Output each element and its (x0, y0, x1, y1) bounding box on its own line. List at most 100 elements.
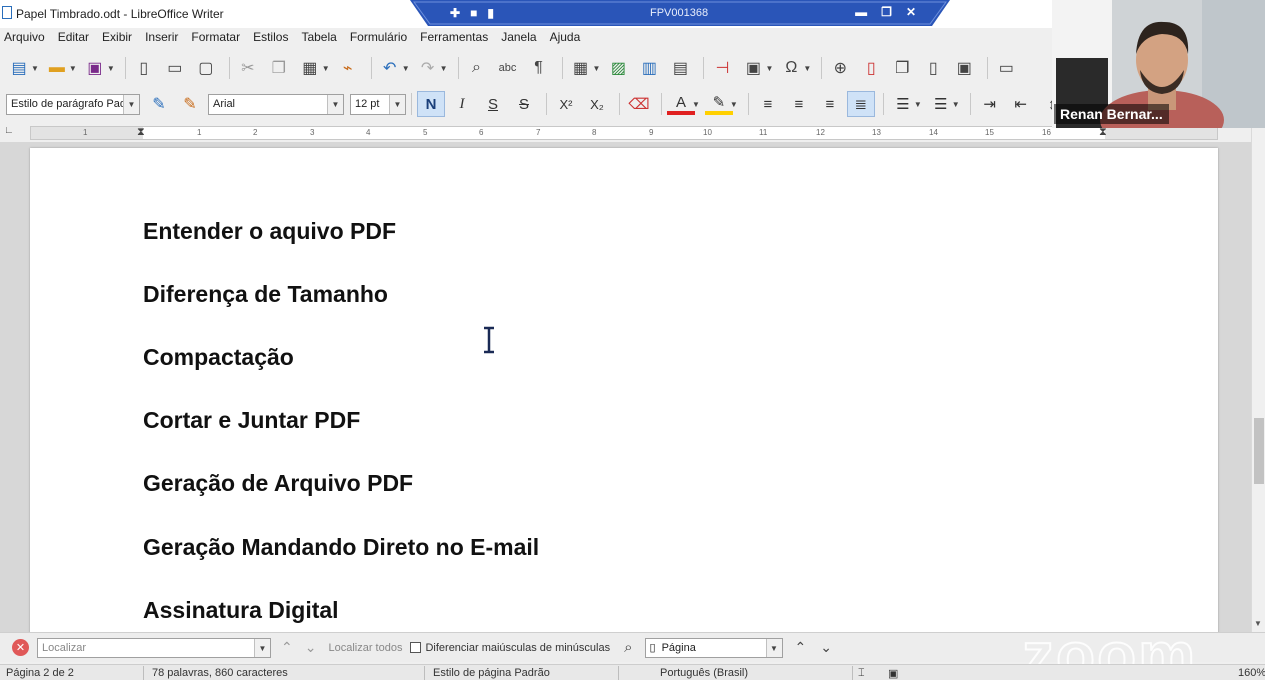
new-style-icon[interactable]: ✎ (177, 91, 203, 117)
heading-line[interactable]: Entender o aquivo PDF (143, 218, 396, 245)
chevron-down-icon[interactable]: ▼ (730, 100, 738, 109)
font-name-select[interactable]: Arial ▼ (208, 93, 344, 115)
menu-tabela[interactable]: Tabela (297, 28, 341, 48)
menu-arquivo[interactable]: Arquivo (0, 28, 50, 48)
signal-icon[interactable]: ▮ (487, 6, 494, 20)
menu-inserir[interactable]: Inserir (141, 28, 183, 48)
numbered-list-icon[interactable]: ☰ (927, 91, 955, 117)
open-folder-icon[interactable]: ▬ (44, 55, 70, 81)
footnote-icon[interactable]: ▯ (858, 55, 884, 81)
menu-estilos[interactable]: Estilos (249, 28, 293, 48)
find-replace-icon[interactable]: ⌕ (464, 55, 490, 81)
heading-line[interactable]: Assinatura Digital (143, 597, 339, 624)
navigate-down-icon[interactable]: ⌄ (820, 639, 832, 656)
menu-exibir[interactable]: Exibir (98, 28, 137, 48)
redo-icon[interactable]: ↷ (415, 55, 441, 81)
find-next-icon[interactable]: ⌄ (305, 639, 317, 656)
print-icon[interactable]: ▭ (162, 55, 188, 81)
print-preview-icon[interactable]: ▢ (193, 55, 219, 81)
new-document-icon[interactable]: ▤ (6, 55, 32, 81)
copy-icon[interactable]: ❐ (266, 55, 292, 81)
strikethrough-button[interactable]: S (510, 91, 538, 117)
subscript-button[interactable]: X₂ (583, 91, 611, 117)
menu-ajuda[interactable]: Ajuda (546, 28, 586, 48)
chevron-down-icon[interactable]: ▼ (107, 64, 115, 73)
insert-image-icon[interactable]: ▨ (605, 55, 631, 81)
find-replace-icon[interactable]: ⌕ (624, 639, 632, 656)
find-input[interactable]: Localizar ▼ (37, 637, 271, 658)
export-pdf-icon[interactable]: ▯ (131, 55, 157, 81)
chevron-down-icon[interactable]: ▼ (123, 94, 139, 114)
highlight-color-icon[interactable]: ✎ (704, 93, 733, 115)
hyperlink-icon[interactable]: ⊕ (827, 55, 853, 81)
font-size-select[interactable]: 12 pt ▼ (350, 93, 406, 115)
menu-ferramentas[interactable]: Ferramentas (416, 28, 493, 48)
increase-indent-icon[interactable]: ⇥ (976, 91, 1004, 117)
update-style-icon[interactable]: ✎ (146, 91, 172, 117)
chevron-down-icon[interactable]: ▼ (31, 64, 39, 73)
menu-formatar[interactable]: Formatar (187, 28, 245, 48)
navigate-up-icon[interactable]: ⌃ (795, 639, 807, 656)
chevron-down-icon[interactable]: ▼ (322, 64, 330, 73)
bold-button[interactable]: N (417, 91, 445, 117)
paste-icon[interactable]: ▦ (297, 55, 323, 81)
spelling-icon[interactable]: abc (495, 55, 521, 81)
chevron-down-icon[interactable]: ▼ (765, 64, 773, 73)
comment-icon[interactable]: ▭ (993, 55, 1019, 81)
clone-formatting-icon[interactable]: ⌁ (335, 55, 361, 81)
chevron-down-icon[interactable]: ▼ (402, 64, 410, 73)
document-modified-icon[interactable]: ▣ (888, 667, 898, 680)
formatting-marks-icon[interactable]: ¶ (526, 55, 552, 81)
chevron-down-icon[interactable]: ▼ (914, 100, 922, 109)
chevron-down-icon[interactable]: ▼ (327, 94, 343, 114)
chevron-down-icon[interactable]: ▼ (803, 64, 811, 73)
vertical-scrollbar[interactable]: ▼ (1251, 124, 1265, 632)
indent-marker-icon[interactable]: ⧗ (137, 126, 145, 139)
align-center-icon[interactable]: ≡ (785, 91, 813, 117)
menu-janela[interactable]: Janela (497, 28, 541, 48)
undo-icon[interactable]: ↶ (377, 55, 403, 81)
align-right-icon[interactable]: ≡ (816, 91, 844, 117)
underline-button[interactable]: S (479, 91, 507, 117)
page-break-icon[interactable]: ⊣ (709, 55, 735, 81)
minimize-icon[interactable]: ▬ (855, 5, 867, 19)
chevron-down-icon[interactable]: ▼ (440, 64, 448, 73)
document-page[interactable]: Entender o aquivo PDF Diferença de Taman… (30, 148, 1218, 632)
chevron-down-icon[interactable]: ▼ (69, 64, 77, 73)
justify-icon[interactable]: ≣ (846, 91, 875, 117)
document-area[interactable]: Entender o aquivo PDF Diferença de Taman… (0, 142, 1251, 632)
chevron-down-icon[interactable]: ▼ (692, 100, 700, 109)
find-all-button[interactable]: Localizar todos (328, 642, 402, 654)
chevron-down-icon[interactable]: ▼ (389, 94, 405, 114)
italic-button[interactable]: I (448, 91, 476, 117)
lock-icon[interactable]: ■ (470, 6, 477, 20)
paragraph-style-select[interactable]: Estilo de parágrafo Padrão ▼ (6, 93, 140, 115)
heading-line[interactable]: Geração de Arquivo PDF (143, 470, 413, 497)
insert-textbox-icon[interactable]: ▤ (667, 55, 693, 81)
menu-formulario[interactable]: Formulário (346, 28, 412, 48)
tab-stop-icon[interactable]: ∟ (4, 125, 14, 136)
chevron-down-icon[interactable]: ▼ (952, 100, 960, 109)
chevron-down-icon[interactable]: ▼ (254, 638, 270, 657)
search-type-select[interactable]: ▯ Página ▼ (644, 637, 783, 658)
page-count[interactable]: Página 2 de 2 (6, 667, 74, 679)
decrease-indent-icon[interactable]: ⇤ (1007, 91, 1035, 117)
cut-icon[interactable]: ✂ (235, 55, 261, 81)
restore-icon[interactable]: ❐ (881, 5, 892, 19)
superscript-button[interactable]: X² (552, 91, 580, 117)
insert-field-icon[interactable]: ▣ (740, 55, 766, 81)
pin-icon[interactable]: ✚ (450, 6, 460, 20)
match-case-checkbox[interactable] (410, 642, 422, 653)
zoom-level[interactable]: 160% (1238, 667, 1265, 679)
heading-line[interactable]: Cortar e Juntar PDF (143, 407, 360, 434)
scrollbar-thumb[interactable] (1254, 418, 1264, 484)
bullet-list-icon[interactable]: ☰ (889, 91, 917, 117)
menu-editar[interactable]: Editar (54, 28, 94, 48)
align-left-icon[interactable]: ≡ (754, 91, 782, 117)
special-character-icon[interactable]: Ω (778, 55, 804, 81)
insert-mode-icon[interactable]: ⌶ (858, 667, 865, 680)
heading-line[interactable]: Diferença de Tamanho (143, 281, 388, 308)
chevron-down-icon[interactable]: ▼ (593, 64, 601, 73)
cross-reference-icon[interactable]: ▣ (951, 55, 977, 81)
bookmark-icon[interactable]: ▯ (920, 55, 946, 81)
